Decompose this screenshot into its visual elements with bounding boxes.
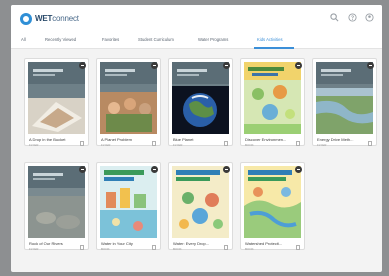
resource-card[interactable]: Rock of Our Rivers FLYER — [24, 162, 89, 251]
resource-card[interactable]: Water: Every Drop... BOOK — [168, 162, 233, 251]
document-icon — [152, 245, 156, 250]
card-type: BOOK — [245, 247, 254, 251]
favorite-badge-icon[interactable] — [223, 166, 230, 173]
brand-light: connect — [52, 14, 79, 23]
favorite-badge-icon[interactable] — [223, 62, 230, 69]
tab-all[interactable]: All — [21, 37, 26, 42]
tab-kids-activities[interactable]: Kids Activities — [257, 37, 283, 42]
account-icon[interactable] — [364, 13, 375, 24]
brand-bold: WET — [35, 14, 53, 23]
card-title: Watershed Protecti... — [245, 241, 283, 246]
card-cover-image — [100, 166, 158, 238]
resource-card[interactable]: Blue Planet FLYER — [168, 58, 233, 147]
card-type: BOOK — [173, 247, 182, 251]
document-icon — [368, 141, 372, 146]
tab-favorites[interactable]: Favorites — [102, 37, 119, 42]
card-cover-image — [316, 62, 374, 134]
favorite-badge-icon[interactable] — [295, 62, 302, 69]
search-icon[interactable] — [329, 13, 340, 24]
card-title: A Planet Problem — [101, 137, 132, 142]
card-title: Discover Environmen... — [245, 137, 287, 142]
card-title: Water in Your City — [101, 241, 133, 246]
card-title: Water: Every Drop... — [173, 241, 210, 246]
document-icon — [80, 141, 84, 146]
category-tabs: All Recently Viewed Favorites Student Cu… — [11, 33, 382, 49]
tab-student-curriculum[interactable]: Student Curriculum — [138, 37, 174, 42]
card-cover-image — [172, 166, 230, 238]
favorite-badge-icon[interactable] — [295, 166, 302, 173]
card-type: FLYER — [101, 143, 111, 147]
card-type: BOOK — [101, 247, 110, 251]
favorite-badge-icon[interactable] — [151, 166, 158, 173]
document-icon — [152, 141, 156, 146]
document-icon — [80, 245, 84, 250]
card-title: Energy Drive Meth... — [317, 137, 354, 142]
desktop-background: WETconnect All Recently Viewed Favorites… — [0, 0, 389, 276]
card-type: FLYER — [29, 247, 39, 251]
brand-name: WETconnect — [35, 14, 79, 23]
resource-card[interactable]: A Drop in the Bucket FLYER — [24, 58, 89, 147]
document-icon — [296, 245, 300, 250]
app-window: WETconnect All Recently Viewed Favorites… — [11, 5, 382, 272]
card-type: BOOK — [245, 143, 254, 147]
card-cover-image — [244, 62, 302, 134]
active-tab-indicator — [254, 47, 294, 49]
app-header: WETconnect — [11, 5, 382, 33]
card-cover-image — [244, 166, 302, 238]
resource-card[interactable]: A Planet Problem FLYER — [96, 58, 161, 147]
help-icon[interactable] — [347, 13, 358, 24]
card-type: FLYER — [173, 143, 183, 147]
card-title: Rock of Our Rivers — [29, 241, 63, 246]
wet-logo-icon — [20, 13, 32, 25]
card-type: FLYER — [317, 143, 327, 147]
card-cover-image — [172, 62, 230, 134]
document-icon — [296, 141, 300, 146]
resource-card[interactable]: Watershed Protecti... BOOK — [240, 162, 305, 251]
card-cover-image — [28, 62, 86, 134]
favorite-badge-icon[interactable] — [79, 62, 86, 69]
favorite-badge-icon[interactable] — [151, 62, 158, 69]
favorite-badge-icon[interactable] — [367, 62, 374, 69]
tab-water-programs[interactable]: Water Programs — [198, 37, 228, 42]
card-title: A Drop in the Bucket — [29, 137, 66, 142]
resource-card[interactable]: Water in Your City BOOK — [96, 162, 161, 251]
document-icon — [224, 141, 228, 146]
favorite-badge-icon[interactable] — [79, 166, 86, 173]
resource-card[interactable]: Discover Environmen... BOOK — [240, 58, 305, 147]
card-type: FLYER — [29, 143, 39, 147]
card-title: Blue Planet — [173, 137, 194, 142]
tab-recently-viewed[interactable]: Recently Viewed — [45, 37, 76, 42]
card-cover-image — [28, 166, 86, 238]
document-icon — [224, 245, 228, 250]
card-cover-image — [100, 62, 158, 134]
resource-card[interactable]: Energy Drive Meth... FLYER — [312, 58, 377, 147]
